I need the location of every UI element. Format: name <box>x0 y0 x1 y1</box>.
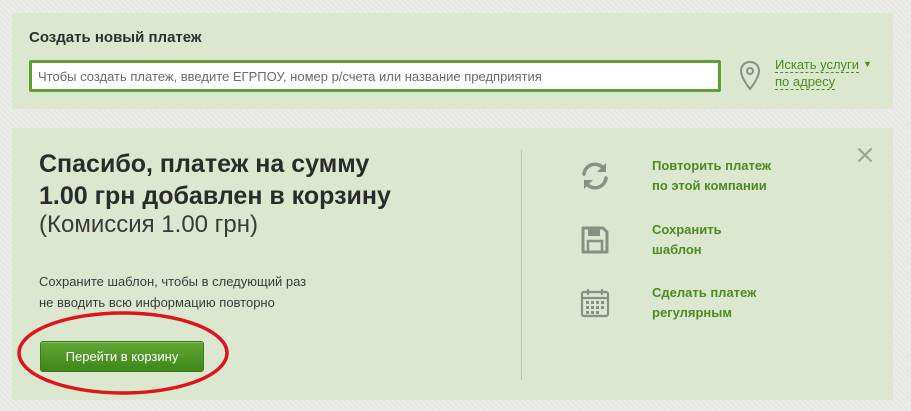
floppy-disk-icon[interactable] <box>577 222 613 258</box>
hint-line1: Сохраните шаблон, чтобы в следующий раз <box>39 274 307 289</box>
refresh-icon[interactable] <box>577 158 613 194</box>
create-payment-title: Создать новый платеж <box>29 29 202 46</box>
save-template-action[interactable]: Сохранить шаблон <box>577 220 802 260</box>
create-payment-panel: Создать новый платеж Искать услуги▼ по а… <box>12 13 893 109</box>
go-to-cart-button[interactable]: Перейти в корзину <box>40 341 204 372</box>
page: Создать новый платеж Искать услуги▼ по а… <box>0 0 911 411</box>
panel-divider <box>521 150 522 380</box>
payment-search-input[interactable] <box>32 63 718 89</box>
address-link-line2[interactable]: по адресу <box>775 74 836 90</box>
repeat-payment-action[interactable]: Повторить платеж по этой компании <box>577 156 802 196</box>
caret-down-icon[interactable]: ▼ <box>863 56 872 73</box>
headline-line2: 1.00 грн добавлен в корзину <box>39 182 391 210</box>
payment-search-field[interactable] <box>29 60 721 92</box>
payment-confirmation-panel: Спасибо, платеж на сумму 1.00 грн добавл… <box>12 128 893 400</box>
headline-line1: Спасибо, платеж на сумму <box>39 150 370 178</box>
commission-text: (Комиссия 1.00 грн) <box>39 211 259 238</box>
repeat-payment-label[interactable]: Повторить платеж по этой компании <box>652 156 802 196</box>
location-pin-icon <box>739 60 761 91</box>
make-recurring-line1[interactable]: Сделать платеж <box>652 283 802 303</box>
make-recurring-line2[interactable]: регулярным <box>652 303 802 323</box>
address-link-line1[interactable]: Искать услуги <box>775 57 860 73</box>
make-recurring-action[interactable]: Сделать платеж регулярным <box>577 283 802 323</box>
save-template-line2[interactable]: шаблон <box>652 240 802 260</box>
make-recurring-label[interactable]: Сделать платеж регулярным <box>652 283 802 323</box>
repeat-payment-line1[interactable]: Повторить платеж <box>652 156 802 176</box>
close-icon[interactable] <box>856 146 874 164</box>
save-template-line1[interactable]: Сохранить <box>652 220 802 240</box>
repeat-payment-line2[interactable]: по этой компании <box>652 176 802 196</box>
save-template-hint: Сохраните шаблон, чтобы в следующий раз … <box>39 271 339 313</box>
search-by-address-link[interactable]: Искать услуги ▼ по адресу <box>775 56 872 90</box>
confirmation-headline: Спасибо, платеж на сумму 1.00 грн добавл… <box>39 148 479 212</box>
hint-line2: не вводить всю информацию повторно <box>39 295 275 310</box>
save-template-label[interactable]: Сохранить шаблон <box>652 220 802 260</box>
calendar-icon[interactable] <box>577 285 613 321</box>
